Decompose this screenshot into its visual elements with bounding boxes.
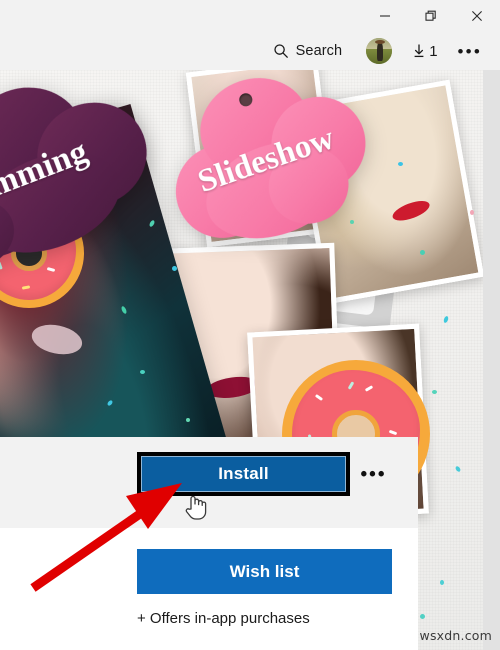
search-icon: [273, 44, 288, 59]
downloads-count: 1: [429, 42, 438, 60]
download-arrow-icon: [414, 44, 424, 58]
scroll-gutter[interactable]: [483, 70, 500, 650]
install-button-focus-ring: Install: [137, 452, 350, 496]
in-app-purchase-note: + Offers in-app purchases: [137, 610, 310, 627]
downloads-button[interactable]: 1: [404, 39, 445, 64]
search-label: Search: [295, 43, 343, 59]
minimize-icon: [380, 15, 390, 17]
header-command-row: Search 1 •••: [263, 32, 492, 70]
search-button[interactable]: Search: [263, 39, 353, 63]
restore-button[interactable]: [408, 0, 454, 32]
user-avatar[interactable]: [366, 38, 393, 64]
wish-list-button[interactable]: Wish list: [137, 549, 392, 594]
title-bar: Search 1 •••: [0, 0, 500, 70]
ellipsis-icon: •••: [457, 41, 482, 61]
more-options-button[interactable]: •••: [353, 452, 394, 496]
store-app-window: imming Slideshow Install ••• Wish list +…: [0, 0, 500, 650]
ellipsis-icon: •••: [360, 463, 387, 485]
minimize-button[interactable]: [362, 0, 408, 32]
watermark: wsxdn.com: [419, 628, 492, 643]
header-overflow-button[interactable]: •••: [446, 39, 492, 64]
install-button[interactable]: Install: [141, 456, 346, 492]
restore-icon: [425, 10, 436, 21]
close-button[interactable]: [454, 0, 500, 32]
close-icon: [472, 11, 482, 21]
purchase-panel: Install ••• Wish list + Offers in-app pu…: [0, 437, 418, 650]
window-controls: [362, 0, 500, 32]
